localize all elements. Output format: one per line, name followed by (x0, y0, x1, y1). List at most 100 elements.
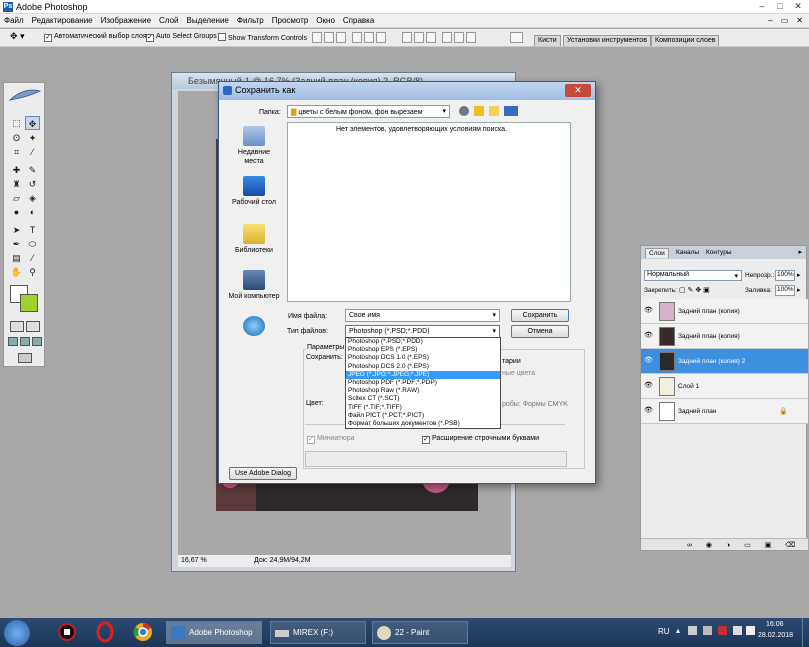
show-desktop-button[interactable] (802, 618, 809, 647)
distribute-bottom-icon[interactable] (426, 32, 436, 43)
menu-item[interactable]: Слой (159, 16, 178, 25)
eye-visibility-icon[interactable]: 👁 (644, 406, 653, 414)
filetype-option[interactable]: Photoshop (*.PSD;*.PDD) (346, 338, 500, 346)
panel-menu-icon[interactable]: ▸ (798, 248, 802, 256)
fill-input[interactable]: 100% (775, 285, 795, 296)
opacity-arrow-icon[interactable]: ▸ (797, 271, 801, 279)
brush-tool-icon[interactable]: ✎ (25, 163, 40, 177)
place-desktop[interactable]: Рабочий стол (228, 176, 280, 207)
tab-channels[interactable]: Каналы (673, 248, 702, 257)
place-computer[interactable]: Мой компьютер (228, 270, 280, 301)
opacity-input[interactable]: 100% (775, 270, 795, 281)
hand-tool-icon[interactable]: ✋ (9, 265, 24, 279)
auto-select-layer-checkbox[interactable]: ✓ Автоматический выбор слоя (44, 33, 147, 42)
background-color-swatch[interactable] (20, 294, 38, 312)
layer-row[interactable]: 👁 Задний план (копия) (641, 299, 808, 324)
tray-display-icon[interactable] (703, 626, 712, 635)
screen-mode-standard-icon[interactable] (8, 337, 18, 346)
place-libraries[interactable]: Библиотеки (228, 224, 280, 255)
lock-icons[interactable]: ▢ ✎ ✥ ▣ (679, 286, 710, 294)
tray-time[interactable]: 16:06 (766, 621, 784, 628)
tray-date[interactable]: 28.02.2018 (758, 632, 793, 639)
view-menu-icon[interactable] (504, 106, 518, 116)
layer-row[interactable]: 👁 Слой 1 (641, 374, 808, 399)
thumbnail-checkbox[interactable]: ✓ Миниатюра (307, 435, 355, 444)
paint-bucket-icon[interactable]: ◈ (25, 191, 40, 205)
show-transform-checkbox[interactable]: Show Transform Controls (218, 33, 307, 42)
quickmask-mode-icon[interactable] (26, 321, 40, 332)
menu-item[interactable]: Фильтр (237, 16, 264, 25)
filetype-option[interactable]: TIFF (*.TIF;*.TIFF) (346, 404, 500, 412)
history-brush-icon[interactable]: ↺ (25, 177, 40, 191)
opera-icon[interactable] (90, 621, 120, 644)
distribute-top-icon[interactable] (402, 32, 412, 43)
pen-tool-icon[interactable]: ✒ (9, 237, 24, 251)
filetype-option[interactable]: Photoshop Raw (*.RAW) (346, 387, 500, 395)
type-tool-icon[interactable]: T (25, 223, 40, 237)
start-button[interactable] (4, 620, 30, 646)
dodge-tool-icon[interactable]: ◐ (25, 205, 40, 219)
fill-arrow-icon[interactable]: ▸ (797, 286, 801, 294)
filetype-option[interactable]: Photoshop EPS (*.EPS) (346, 346, 500, 354)
menu-item[interactable]: Окно (316, 16, 335, 25)
up-folder-icon[interactable] (474, 106, 484, 116)
imageready-jump-icon[interactable] (18, 353, 32, 363)
close-button[interactable]: ✕ (791, 1, 805, 12)
filetype-option[interactable]: Photoshop DCS 1.0 (*.EPS) (346, 354, 500, 362)
taskbar-pin-app-icon[interactable] (52, 621, 82, 644)
filetype-option[interactable]: Scitex CT (*.SCT) (346, 395, 500, 403)
shape-tool-icon[interactable]: ⬭ (25, 237, 40, 251)
eyedropper-icon[interactable]: ⁄ (25, 251, 40, 265)
save-button[interactable]: Сохранить (511, 309, 569, 322)
healing-brush-icon[interactable]: ✚ (9, 163, 24, 177)
clone-stamp-icon[interactable]: ♜ (9, 177, 24, 191)
doc-restore-button[interactable]: ▭ (781, 16, 789, 25)
use-adobe-dialog-button[interactable]: Use Adobe Dialog (229, 467, 297, 480)
distribute-hcenter-icon[interactable] (454, 32, 464, 43)
palette-well-icon[interactable] (510, 32, 523, 43)
notes-tool-icon[interactable]: ▤ (9, 251, 24, 265)
align-bottom-icon[interactable] (336, 32, 346, 43)
menu-item[interactable]: Выделение (186, 16, 228, 25)
path-select-icon[interactable]: ➤ (9, 223, 24, 237)
align-vcenter-icon[interactable] (324, 32, 334, 43)
filetype-dropdown-list[interactable]: Photoshop (*.PSD;*.PDD) Photoshop EPS (*.… (345, 337, 501, 429)
align-right-icon[interactable] (376, 32, 386, 43)
tray-chevron-icon[interactable]: ▴ (676, 626, 680, 635)
lasso-tool-icon[interactable]: ʘ (9, 131, 24, 145)
zoom-level[interactable]: 16,67 % (181, 557, 207, 564)
maximize-button[interactable]: □ (773, 1, 787, 12)
filetype-option[interactable]: JPEG (*.JPG;*.JPEG;*.JPE) (346, 370, 500, 379)
file-list[interactable]: Нет элементов, удовлетворяющих условиям … (287, 122, 571, 302)
new-folder-icon[interactable] (489, 106, 499, 116)
well-tab-brushes[interactable]: Кисти (534, 35, 561, 46)
layer-row[interactable]: 👁 Задний план (копия) (641, 324, 808, 349)
folder-select[interactable]: ▇ цветы с белым фоном, фон вырезаем ▾ (287, 105, 450, 118)
minimize-button[interactable]: – (755, 1, 769, 12)
eraser-tool-icon[interactable]: ▱ (9, 191, 24, 205)
doc-minimize-button[interactable]: – (768, 16, 772, 25)
standard-mode-icon[interactable] (10, 321, 24, 332)
crop-tool-icon[interactable]: ⌗ (9, 145, 24, 159)
auto-select-groups-checkbox[interactable]: ✓ Auto Select Groups (146, 33, 217, 42)
distribute-left-icon[interactable] (442, 32, 452, 43)
place-recent[interactable]: Недавние места (228, 126, 280, 166)
tray-network-icon[interactable] (733, 626, 742, 635)
layers-bottom-toolbar-icons[interactable]: ∞ ◉ ◑ ▭ ▣ ⌫ (641, 538, 808, 550)
blend-mode-select[interactable]: Нормальный ▾ (644, 270, 742, 281)
eye-visibility-icon[interactable]: 👁 (644, 306, 653, 314)
dialog-close-button[interactable]: ✕ (565, 84, 591, 97)
magic-wand-icon[interactable]: ✦ (25, 131, 40, 145)
tab-paths[interactable]: Контуры (703, 248, 735, 257)
screen-mode-full-menu-icon[interactable] (20, 337, 30, 346)
eye-visibility-icon[interactable]: 👁 (644, 331, 653, 339)
language-indicator[interactable]: RU (658, 627, 670, 636)
tray-volume-icon[interactable] (746, 626, 755, 635)
zoom-tool-icon[interactable]: ⚲ (25, 265, 40, 279)
lowercase-extension-checkbox[interactable]: ✓ Расширение строчными буквами (422, 435, 539, 444)
tab-layers[interactable]: Слои (645, 248, 669, 258)
filetype-option[interactable]: Формат больших документов (*.PSB) (346, 420, 500, 428)
marquee-tool-icon[interactable]: ⬚ (9, 116, 24, 130)
well-tab-tool-presets[interactable]: Установки инструментов (563, 35, 651, 46)
well-tab-layer-comps[interactable]: Композиции слоев (651, 35, 720, 46)
